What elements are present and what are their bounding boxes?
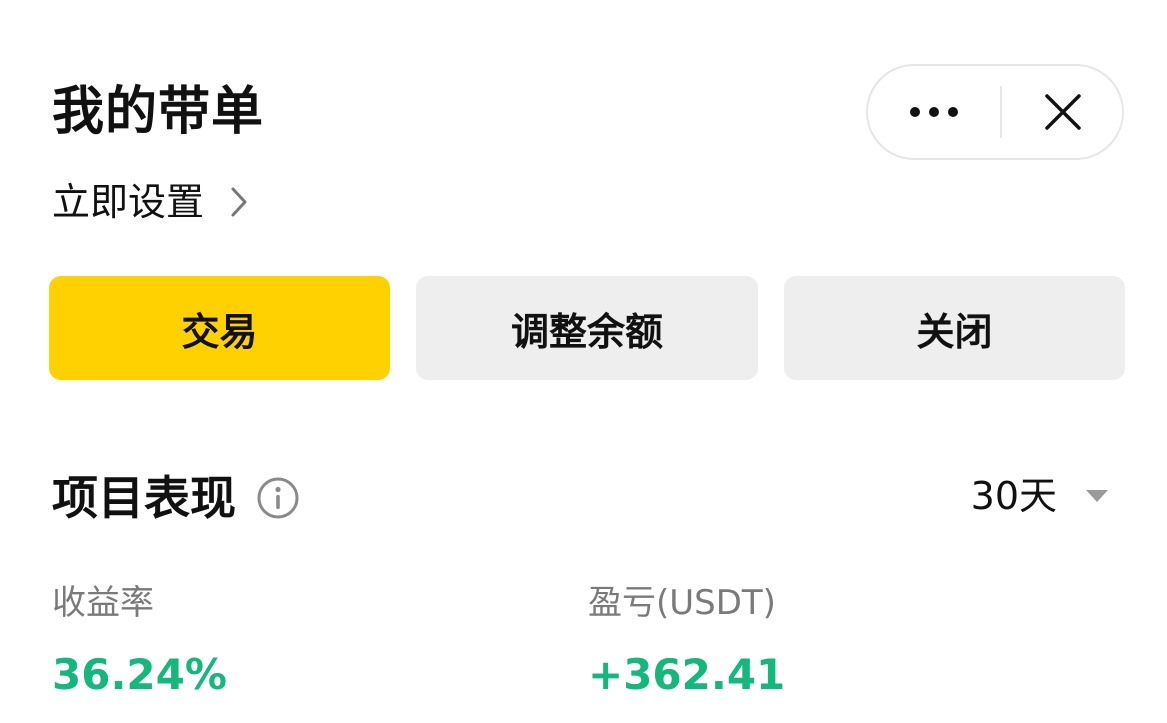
close-button[interactable] xyxy=(1002,66,1124,158)
more-button[interactable] xyxy=(868,66,1000,158)
period-label: 30天 xyxy=(970,474,1057,518)
copy-trading-panel: 我的带单 立即设置 交易 调整余额 关闭 项目表现 30天 收益率 36.24%… xyxy=(0,0,1167,723)
pnl-value: +362.41 xyxy=(588,650,786,699)
setup-now-label: 立即设置 xyxy=(52,180,205,224)
adjust-balance-button[interactable]: 调整余额 xyxy=(416,276,758,380)
setup-now-link[interactable]: 立即设置 xyxy=(52,176,248,228)
close-icon xyxy=(1045,94,1081,130)
performance-header: 项目表现 xyxy=(52,468,300,528)
mini-program-capsule xyxy=(866,64,1124,160)
trade-button[interactable]: 交易 xyxy=(49,276,390,380)
info-icon[interactable] xyxy=(256,476,300,520)
close-copy-trading-button[interactable]: 关闭 xyxy=(784,276,1125,380)
page-title: 我的带单 xyxy=(52,82,265,142)
return-rate-label: 收益率 xyxy=(52,583,154,623)
more-dots-icon xyxy=(910,107,958,117)
performance-title: 项目表现 xyxy=(52,471,236,525)
chevron-right-icon xyxy=(231,187,247,217)
pnl-label: 盈亏(USDT) xyxy=(588,583,776,623)
period-selector[interactable]: 30天 xyxy=(971,470,1109,522)
caret-down-icon xyxy=(1086,490,1108,502)
return-rate-value: 36.24% xyxy=(52,650,227,699)
